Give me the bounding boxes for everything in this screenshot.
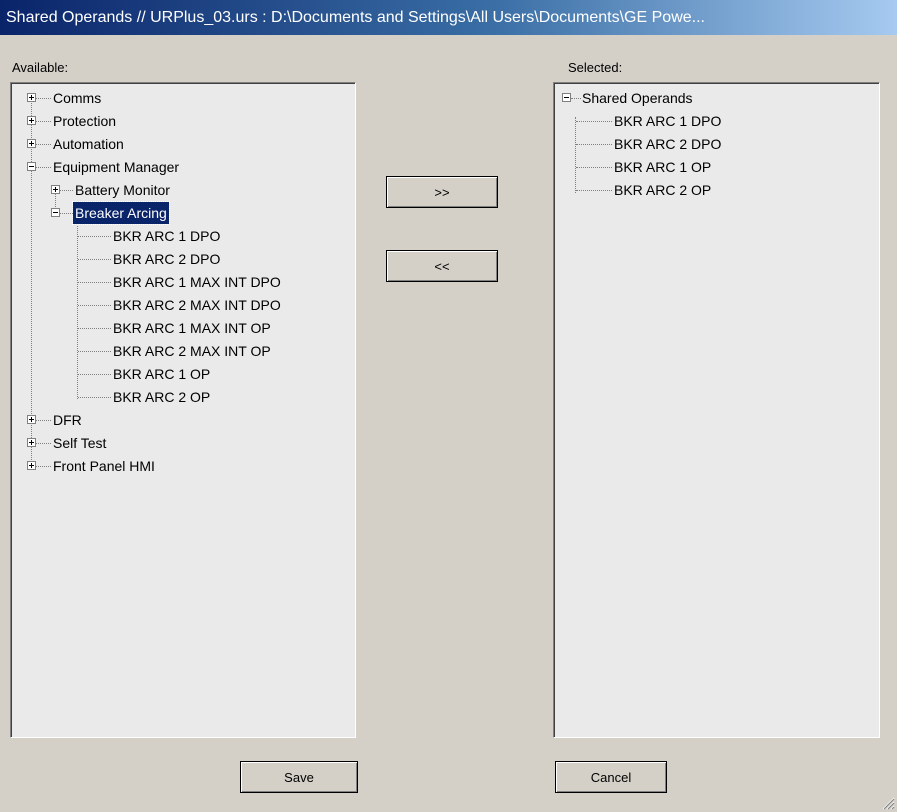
tree-node-label: Self Test (53, 435, 107, 451)
tree-node-equipment-manager[interactable]: Equipment Manager (11, 156, 351, 178)
tree-node-label: Breaker Arcing (72, 201, 170, 225)
tree-node-self-test[interactable]: Self Test (11, 432, 351, 454)
tree-leaf[interactable]: BKR ARC 1 OP (554, 156, 874, 178)
tree-node-label: DFR (53, 412, 82, 428)
tree-node-dfr[interactable]: DFR (11, 409, 351, 431)
add-button[interactable]: >> (386, 176, 498, 208)
available-label: Available: (12, 60, 69, 75)
expand-icon[interactable] (27, 461, 36, 470)
tree-leaf[interactable]: BKR ARC 1 MAX INT OP (11, 317, 351, 339)
tree-node-label: Front Panel HMI (53, 458, 155, 474)
tree-node-automation[interactable]: Automation (11, 133, 351, 155)
tree-leaf[interactable]: BKR ARC 2 MAX INT OP (11, 340, 351, 362)
expand-icon[interactable] (27, 139, 36, 148)
tree-node-label: Equipment Manager (53, 159, 180, 175)
selected-tree[interactable]: Shared Operands BKR ARC 1 DPO BKR ARC 2 … (553, 82, 880, 738)
expand-icon[interactable] (27, 93, 36, 102)
tree-node-comms[interactable]: Comms (11, 87, 351, 109)
tree-leaf-label: BKR ARC 2 DPO (614, 136, 722, 152)
expand-icon[interactable] (27, 415, 36, 424)
tree-leaf[interactable]: BKR ARC 2 DPO (554, 133, 874, 155)
tree-node-protection[interactable]: Protection (11, 110, 351, 132)
available-tree[interactable]: Comms Protection Automation Equipment Ma… (10, 82, 356, 738)
selected-label: Selected: (568, 60, 623, 75)
tree-node-label: Protection (53, 113, 117, 129)
expand-icon[interactable] (51, 185, 60, 194)
tree-node-breaker-arcing[interactable]: Breaker Arcing (11, 201, 351, 225)
expand-icon[interactable] (27, 116, 36, 125)
tree-node-label: Shared Operands (582, 90, 693, 106)
tree-leaf-label: BKR ARC 1 MAX INT DPO (113, 274, 281, 290)
collapse-icon[interactable] (27, 162, 36, 171)
tree-leaf-label: BKR ARC 1 DPO (614, 113, 722, 129)
tree-node-label: Automation (53, 136, 124, 152)
tree-leaf[interactable]: BKR ARC 1 MAX INT DPO (11, 271, 351, 293)
tree-leaf-label: BKR ARC 2 OP (113, 389, 211, 405)
tree-leaf-label: BKR ARC 2 MAX INT OP (113, 343, 271, 359)
tree-node-battery-monitor[interactable]: Battery Monitor (11, 179, 351, 201)
tree-leaf[interactable]: BKR ARC 1 OP (11, 363, 351, 385)
tree-leaf-label: BKR ARC 1 OP (614, 159, 712, 175)
cancel-button[interactable]: Cancel (555, 761, 667, 793)
tree-leaf-label: BKR ARC 1 OP (113, 366, 211, 382)
expand-icon[interactable] (27, 438, 36, 447)
resize-grip-icon[interactable] (881, 796, 895, 810)
tree-node-shared-operands[interactable]: Shared Operands (554, 87, 874, 109)
tree-leaf-label: BKR ARC 2 OP (614, 182, 712, 198)
tree-leaf[interactable]: BKR ARC 2 OP (11, 386, 351, 408)
tree-leaf-label: BKR ARC 1 MAX INT OP (113, 320, 271, 336)
collapse-icon[interactable] (562, 93, 571, 102)
tree-leaf[interactable]: BKR ARC 1 DPO (11, 225, 351, 247)
tree-leaf-label: BKR ARC 2 MAX INT DPO (113, 297, 281, 313)
tree-node-label: Battery Monitor (75, 182, 170, 198)
collapse-icon[interactable] (51, 208, 60, 217)
save-button[interactable]: Save (240, 761, 358, 793)
tree-leaf[interactable]: BKR ARC 2 MAX INT DPO (11, 294, 351, 316)
tree-leaf[interactable]: BKR ARC 1 DPO (554, 110, 874, 132)
window-title: Shared Operands // URPlus_03.urs : D:\Do… (6, 9, 705, 26)
tree-leaf-label: BKR ARC 2 DPO (113, 251, 221, 267)
tree-node-front-panel-hmi[interactable]: Front Panel HMI (11, 455, 351, 477)
tree-leaf-label: BKR ARC 1 DPO (113, 228, 221, 244)
tree-node-label: Comms (53, 90, 102, 106)
tree-leaf[interactable]: BKR ARC 2 DPO (11, 248, 351, 270)
remove-button[interactable]: << (386, 250, 498, 282)
window-title-bar: Shared Operands // URPlus_03.urs : D:\Do… (0, 0, 897, 35)
tree-leaf[interactable]: BKR ARC 2 OP (554, 179, 874, 201)
